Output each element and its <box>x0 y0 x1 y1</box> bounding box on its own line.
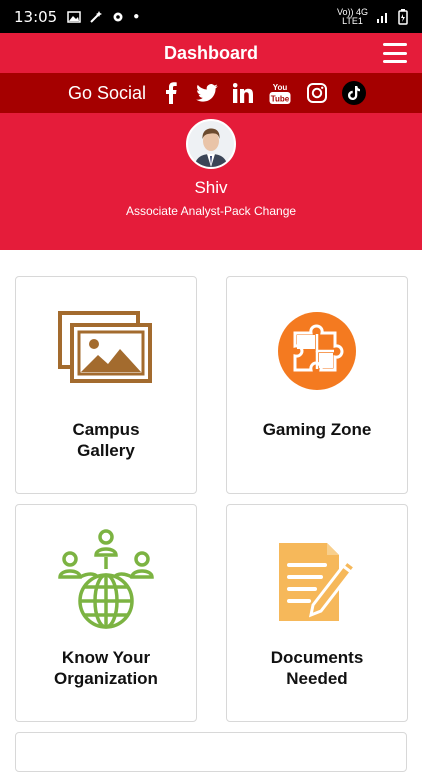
avatar[interactable] <box>186 119 236 169</box>
tile-label: Documents Needed <box>270 648 364 688</box>
magic-wand-icon <box>90 10 103 23</box>
tile-gaming-zone[interactable]: Gaming Zone <box>226 276 408 494</box>
profile-section: Shiv Associate Analyst-Pack Change <box>0 113 422 250</box>
gallery-icon <box>58 311 152 383</box>
facebook-icon[interactable] <box>160 82 182 104</box>
youtube-icon[interactable]: You Tube <box>268 82 292 104</box>
status-time: 13:05 <box>14 7 58 26</box>
tile-partial[interactable] <box>15 732 407 772</box>
svg-text:Tube: Tube <box>271 95 290 104</box>
social-bar: Go Social You Tube <box>0 73 422 113</box>
profile-name: Shiv <box>194 178 228 197</box>
puzzle-icon <box>278 312 356 390</box>
tile-label: Know Your Organization <box>54 648 158 688</box>
instagram-icon[interactable] <box>306 82 328 104</box>
signal-icon <box>377 12 387 23</box>
profile-role: Associate Analyst-Pack Change <box>125 204 297 218</box>
social-label: Go Social <box>68 82 147 103</box>
image-notification-icon <box>67 10 81 23</box>
tile-documents-needed[interactable]: Documents Needed <box>226 504 408 722</box>
tile-label: Campus Gallery <box>72 420 140 460</box>
tile-know-your-organization[interactable]: Know Your Organization <box>15 504 197 722</box>
network-indicator: Vo)) 4G LTE1 <box>336 6 368 26</box>
hamburger-menu-icon[interactable] <box>383 43 407 63</box>
page-title: Dashboard <box>163 43 259 63</box>
organization-globe-icon <box>58 529 154 629</box>
twitter-icon[interactable] <box>196 82 218 104</box>
tile-label: Gaming Zone <box>262 420 372 439</box>
dot-icon: ● <box>133 11 140 22</box>
settings-gear-icon <box>113 12 123 21</box>
app-header: Dashboard <box>0 33 422 73</box>
status-bar: 13:05 ● Vo)) 4G LTE1 <box>0 0 422 33</box>
document-edit-icon <box>279 543 358 621</box>
battery-icon <box>398 8 408 25</box>
tile-campus-gallery[interactable]: Campus Gallery <box>15 276 197 494</box>
svg-text:You: You <box>273 83 288 92</box>
linkedin-icon[interactable] <box>232 82 254 104</box>
tiktok-icon[interactable] <box>342 81 367 105</box>
